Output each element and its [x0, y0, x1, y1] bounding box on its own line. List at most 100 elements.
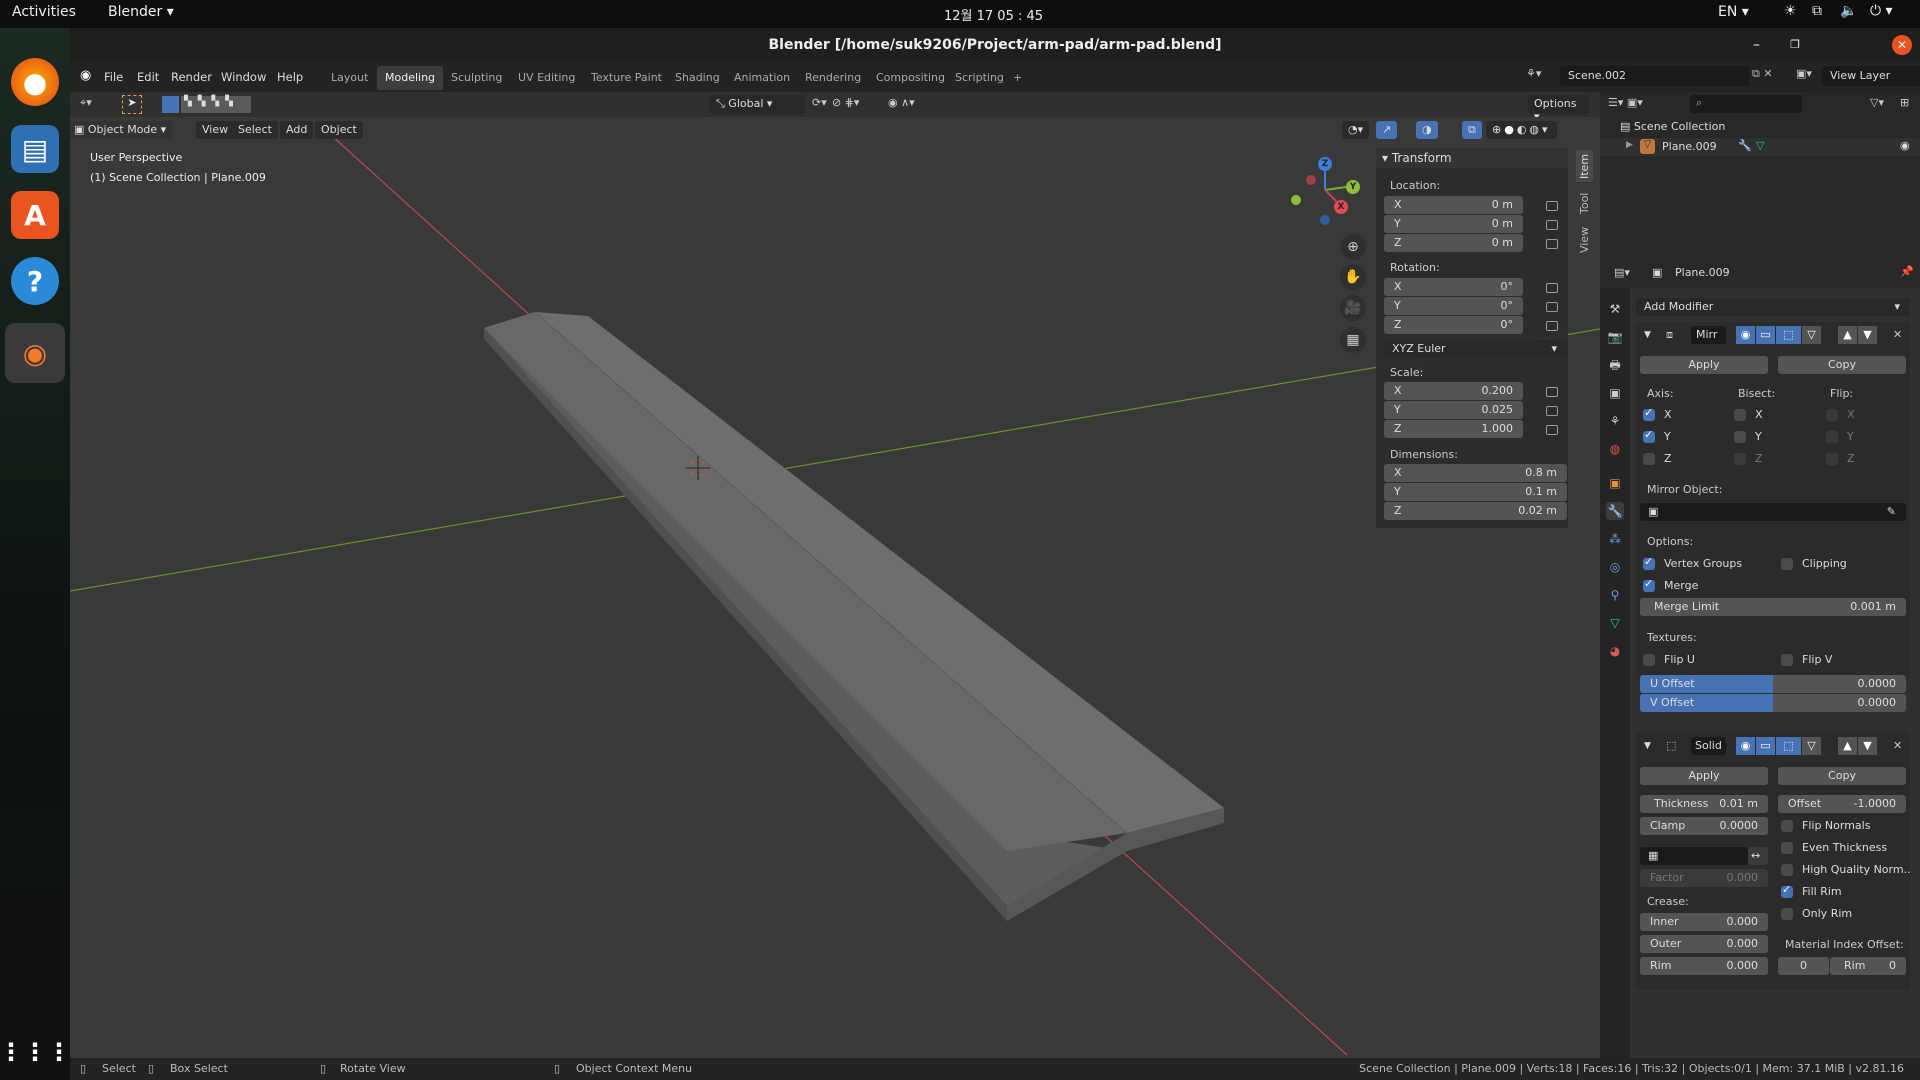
constraints-tab-icon[interactable]: ⚲ — [1606, 586, 1624, 604]
select-mode-new-icon[interactable] — [162, 96, 179, 113]
visibility-icon[interactable]: ◔▾ — [1342, 121, 1370, 139]
add-workspace-button[interactable]: + — [1005, 66, 1030, 90]
3d-viewport[interactable]: ▣ Object Mode ▾ View Select Add Object ◔… — [70, 117, 1600, 1058]
filter-icon[interactable]: ▽▾ — [1870, 96, 1884, 109]
factor-field[interactable]: Factor 0.000 — [1640, 869, 1768, 887]
collapse-arrow-icon[interactable]: ▼ — [1644, 741, 1651, 751]
render-tab-icon[interactable]: 📷 — [1606, 328, 1624, 346]
location-y-field[interactable]: Y 0 m — [1384, 215, 1523, 233]
flip-v-checkbox[interactable] — [1781, 654, 1793, 666]
bisect-y-checkbox[interactable] — [1734, 431, 1746, 443]
overlay-toggle-icon[interactable]: ◑ — [1416, 121, 1438, 139]
remove-modifier-icon[interactable]: ✕ — [1893, 739, 1902, 752]
view-layer-field[interactable]: View Layer — [1822, 66, 1920, 86]
location-x-field[interactable]: X 0 m — [1384, 196, 1523, 214]
gizmo-neg-x-axis[interactable] — [1306, 175, 1316, 185]
menu-window[interactable]: Window — [221, 70, 266, 84]
dimensions-y-field[interactable]: Y 0.1 m — [1384, 483, 1567, 501]
cage-toggle-icon[interactable]: ▽ — [1802, 326, 1821, 344]
collapse-arrow-icon[interactable]: ▼ — [1644, 330, 1651, 340]
lock-icon[interactable] — [1546, 283, 1558, 293]
properties-editor-type-icon[interactable]: ▤▾ — [1614, 266, 1630, 279]
editmode-toggle-icon[interactable]: ⬚ — [1776, 326, 1801, 344]
crease-rim-field[interactable]: Rim 0.000 — [1640, 957, 1768, 975]
scale-y-field[interactable]: Y 0.025 — [1384, 401, 1523, 419]
tool-tab-icon[interactable]: ⚒ — [1606, 300, 1624, 318]
tab-scripting[interactable]: Scripting — [947, 66, 1012, 90]
scale-z-field[interactable]: Z 1.000 — [1384, 420, 1523, 438]
menu-edit[interactable]: Edit — [137, 70, 159, 84]
clipping-checkbox[interactable] — [1781, 558, 1793, 570]
lock-icon[interactable] — [1546, 201, 1558, 211]
gizmo-toggle-icon[interactable]: ↗ — [1376, 121, 1398, 139]
move-up-icon[interactable]: ▲ — [1838, 326, 1857, 344]
location-z-field[interactable]: Z 0 m — [1384, 234, 1523, 252]
mirror-name-field[interactable]: Mirr — [1691, 326, 1726, 344]
plane-object[interactable] — [484, 311, 1224, 921]
pivot-point-icon[interactable]: ⟳▾ — [812, 96, 827, 109]
pan-hand-icon[interactable]: ✋ — [1340, 264, 1366, 290]
offset-field[interactable]: Offset -1.0000 — [1778, 795, 1906, 813]
proportional-edit-icon[interactable]: ◉ ∧▾ — [888, 96, 915, 109]
lock-icon[interactable] — [1546, 406, 1558, 416]
cage-toggle-icon[interactable]: ▽ — [1802, 737, 1821, 755]
help-icon[interactable]: ? — [11, 257, 59, 305]
render-toggle-icon[interactable]: ◉ — [1736, 326, 1755, 344]
gizmo-x-axis[interactable]: X — [1334, 200, 1348, 214]
gizmo-neg-z-axis[interactable] — [1320, 215, 1330, 225]
crease-inner-field[interactable]: Inner 0.000 — [1640, 913, 1768, 931]
lock-icon[interactable] — [1546, 321, 1558, 331]
invert-vertex-group-icon[interactable]: ↔ — [1748, 847, 1768, 865]
remove-modifier-icon[interactable]: ✕ — [1893, 328, 1902, 341]
lock-icon[interactable] — [1546, 425, 1558, 435]
scene-selector-icon[interactable]: ⚘▾ — [1526, 67, 1541, 80]
particles-tab-icon[interactable]: ⁂ — [1606, 530, 1624, 548]
move-down-icon[interactable]: ▼ — [1858, 737, 1877, 755]
tab-rendering[interactable]: Rendering — [797, 66, 869, 90]
merge-checkbox[interactable] — [1643, 577, 1655, 592]
even-thickness-checkbox[interactable] — [1781, 842, 1793, 854]
gizmo-neg-y-axis[interactable] — [1291, 195, 1301, 205]
transform-orientation-dropdown[interactable]: ⤡ Global ▾ — [710, 95, 806, 114]
transform-panel-header[interactable]: ▾ Transform — [1376, 148, 1568, 168]
mesh-data-tab-icon[interactable]: ▽ — [1606, 614, 1624, 632]
close-window-button[interactable]: ✕ — [1892, 35, 1912, 55]
axis-z-checkbox[interactable] — [1643, 453, 1655, 465]
material-rim-offset-field[interactable]: Rim 0 — [1830, 957, 1906, 975]
bisect-x-checkbox[interactable] — [1734, 409, 1746, 421]
camera-view-icon[interactable]: 🎥 — [1340, 295, 1366, 321]
new-collection-icon[interactable]: ⊞ — [1900, 96, 1909, 109]
new-scene-icon[interactable]: ⧉ ✕ — [1752, 67, 1773, 81]
select-mode-options-icons[interactable]: ▚▚▚▚ — [181, 96, 251, 113]
minimize-button[interactable]: – — [1753, 28, 1760, 62]
blender-logo-icon[interactable]: ◉ — [80, 68, 91, 83]
object-mode-dropdown[interactable]: ▣ Object Mode ▾ — [70, 121, 173, 139]
pin-icon[interactable]: 📌 — [1900, 265, 1914, 278]
power-icon[interactable]: ⏻ ▾ — [1870, 3, 1893, 19]
dimensions-x-field[interactable]: X 0.8 m — [1384, 464, 1567, 482]
menu-select[interactable]: Select — [232, 121, 278, 139]
maximize-button[interactable]: ❐ — [1790, 28, 1800, 62]
flip-u-checkbox[interactable] — [1643, 654, 1655, 666]
brightness-icon[interactable]: ☀ — [1784, 3, 1797, 19]
material-offset-field[interactable]: 0 — [1778, 957, 1829, 975]
language-indicator[interactable]: EN ▾ — [1718, 4, 1749, 20]
solidify-apply-button[interactable]: Apply — [1640, 767, 1768, 785]
sidebar-tab-item[interactable]: Item — [1576, 150, 1593, 182]
only-rim-checkbox[interactable] — [1781, 908, 1793, 920]
mirror-copy-button[interactable]: Copy — [1778, 356, 1906, 374]
lock-icon[interactable] — [1546, 220, 1558, 230]
outliner-scene-collection[interactable]: ▤ Scene Collection — [1620, 120, 1725, 133]
crease-outer-field[interactable]: Outer 0.000 — [1640, 935, 1768, 953]
high-quality-normals-checkbox[interactable] — [1781, 864, 1793, 876]
gizmo-y-axis[interactable]: Y — [1346, 180, 1360, 194]
mesh-data-icon[interactable]: ▽ — [1756, 139, 1764, 152]
outliner-search-input[interactable]: ⌕ — [1690, 95, 1802, 113]
view-layer-icon[interactable]: ▣▾ — [1796, 67, 1812, 80]
zoom-icon[interactable]: ⊕ — [1340, 234, 1366, 260]
scene-name-field[interactable]: Scene.002 — [1560, 66, 1750, 86]
move-down-icon[interactable]: ▼ — [1858, 326, 1877, 344]
sidebar-tab-view[interactable]: View — [1576, 224, 1593, 256]
rotation-mode-dropdown[interactable]: XYZ Euler ▾ — [1384, 340, 1567, 358]
eyedropper-icon[interactable]: ✎ — [1887, 503, 1896, 521]
